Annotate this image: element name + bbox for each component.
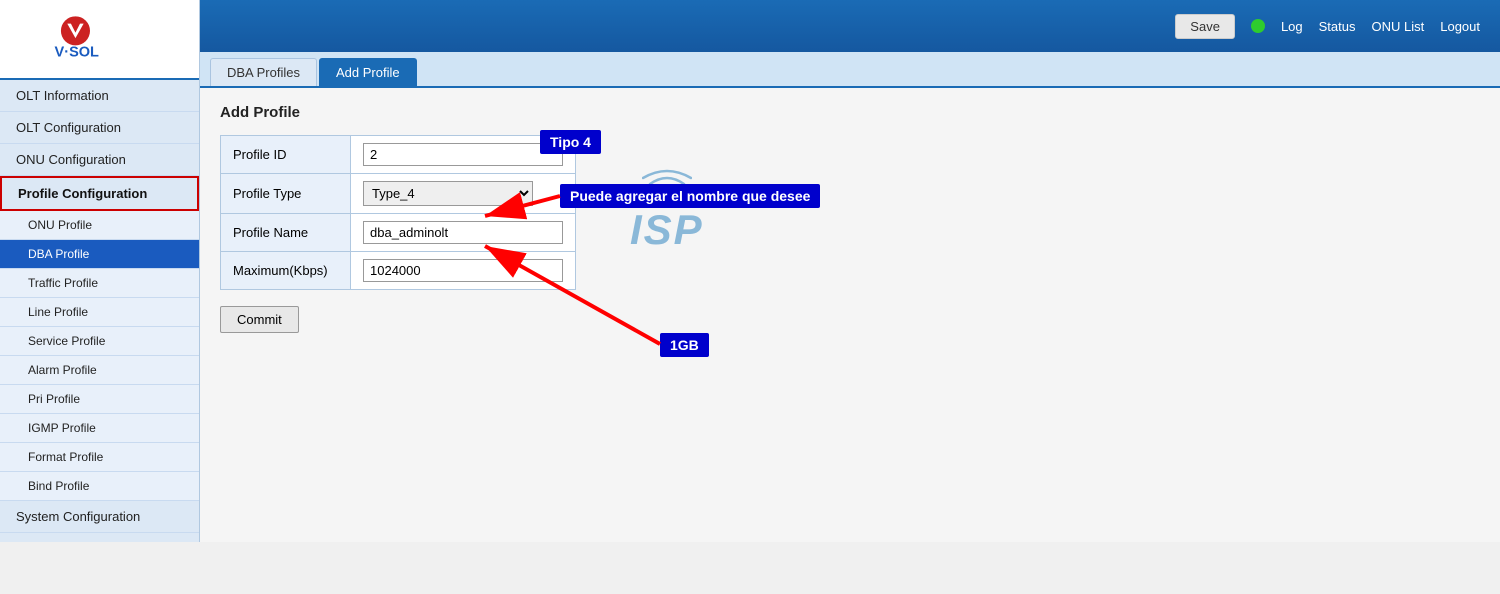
tab-add-profile[interactable]: Add Profile: [319, 58, 417, 86]
label-profile-name: Profile Name: [221, 214, 351, 252]
label-profile-id: Profile ID: [221, 136, 351, 174]
vsol-logo: V·SOL: [50, 12, 150, 67]
sidebar-item-olt-information[interactable]: OLT Information: [0, 80, 199, 112]
sidebar-item-profile-configuration[interactable]: Profile Configuration: [0, 176, 199, 211]
sidebar-item-alarm-profile[interactable]: Alarm Profile: [0, 356, 199, 385]
field-row-profile-name: Profile Name: [221, 214, 576, 252]
field-row-profile-type: Profile Type Type_1 Type_2 Type_3 Type_4…: [221, 174, 576, 214]
tab-bar: DBA Profiles Add Profile: [200, 52, 1500, 88]
sidebar-item-onu-configuration[interactable]: ONU Configuration: [0, 144, 199, 176]
profile-name-input[interactable]: [363, 221, 563, 244]
label-profile-type: Profile Type: [221, 174, 351, 214]
isp-watermark: ISP: [630, 168, 704, 254]
logo-area: V·SOL: [0, 0, 199, 80]
maximum-kbps-input[interactable]: [363, 259, 563, 282]
field-row-maximum-kbps: Maximum(Kbps): [221, 252, 576, 290]
sidebar-item-service-profile[interactable]: Service Profile: [0, 327, 199, 356]
sidebar-item-olt-configuration[interactable]: OLT Configuration: [0, 112, 199, 144]
callout-1gb: 1GB: [660, 333, 709, 357]
sidebar-item-format-profile[interactable]: Format Profile: [0, 443, 199, 472]
profile-id-input[interactable]: [363, 143, 563, 166]
sidebar-item-line-profile[interactable]: Line Profile: [0, 298, 199, 327]
sidebar-item-pri-profile[interactable]: Pri Profile: [0, 385, 199, 414]
field-row-profile-id: Profile ID: [221, 136, 576, 174]
sidebar-item-onu-profile[interactable]: ONU Profile: [0, 211, 199, 240]
sidebar: V·SOL OLT Information OLT Configuration …: [0, 0, 200, 542]
status-indicator: [1251, 19, 1265, 33]
sidebar-item-traffic-profile[interactable]: Traffic Profile: [0, 269, 199, 298]
sidebar-item-igmp-profile[interactable]: IGMP Profile: [0, 414, 199, 443]
callout-nombre: Puede agregar el nombre que desee: [560, 184, 820, 208]
page-title: Add Profile: [220, 104, 1480, 121]
content-area: Add Profile Profile ID Profile Type Type…: [200, 88, 1500, 349]
log-link[interactable]: Log: [1281, 19, 1303, 34]
onu-list-link[interactable]: ONU List: [1372, 19, 1425, 34]
header-nav: Log Status ONU List Logout: [1281, 19, 1480, 34]
label-maximum-kbps: Maximum(Kbps): [221, 252, 351, 290]
value-profile-type: Type_1 Type_2 Type_3 Type_4 Type_5: [351, 174, 576, 214]
main-content: DBA Profiles Add Profile Add Profile Pro…: [200, 52, 1500, 542]
value-maximum-kbps: [351, 252, 576, 290]
svg-text:V·SOL: V·SOL: [54, 44, 99, 60]
profile-type-select[interactable]: Type_1 Type_2 Type_3 Type_4 Type_5: [363, 181, 533, 206]
value-profile-name: [351, 214, 576, 252]
status-link[interactable]: Status: [1319, 19, 1356, 34]
isp-text: ISP: [630, 206, 704, 254]
sidebar-item-bind-profile[interactable]: Bind Profile: [0, 472, 199, 501]
save-button[interactable]: Save: [1175, 14, 1235, 39]
commit-button[interactable]: Commit: [220, 306, 299, 333]
sidebar-item-dba-profile[interactable]: DBA Profile: [0, 240, 199, 269]
tab-dba-profiles[interactable]: DBA Profiles: [210, 58, 317, 86]
header: Save Log Status ONU List Logout: [200, 0, 1500, 52]
add-profile-form: Profile ID Profile Type Type_1 Type_2 Ty…: [220, 135, 576, 290]
logout-link[interactable]: Logout: [1440, 19, 1480, 34]
callout-tipo4: Tipo 4: [540, 130, 601, 154]
sidebar-item-system-configuration[interactable]: System Configuration: [0, 501, 199, 533]
